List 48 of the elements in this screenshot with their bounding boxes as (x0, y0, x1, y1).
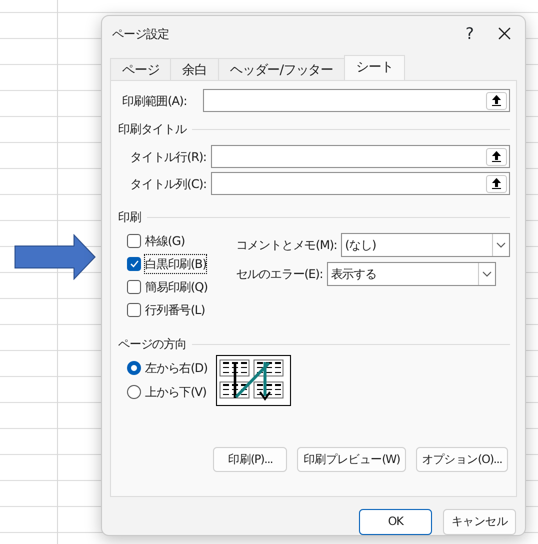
input-field[interactable] (211, 145, 510, 168)
chevron-down-icon (496, 242, 506, 248)
checkbox-label[interactable]: 簡易印刷(Q) (145, 278, 208, 296)
field-label: 印刷範囲(A): (122, 92, 188, 110)
arrow-up-icon (492, 95, 501, 106)
radio-button[interactable] (127, 361, 141, 376)
checkbox[interactable] (127, 257, 141, 272)
checkbox-label[interactable]: 枠線(G) (145, 232, 185, 250)
tab[interactable]: シート (344, 55, 406, 80)
collapse-button[interactable] (486, 148, 507, 166)
dropdown-label: コメントとメモ(M): (236, 237, 337, 254)
checkbox[interactable] (127, 234, 141, 248)
button[interactable]: オプション(O)... (416, 447, 508, 472)
checkbox[interactable] (127, 303, 141, 318)
help-button[interactable]: ? (466, 22, 474, 46)
close-icon (498, 27, 511, 40)
dialog-title: ページ設定 (112, 26, 170, 43)
radio-label[interactable]: 左から右(D) (145, 359, 208, 378)
dropdown[interactable]: 表示する (326, 262, 496, 286)
section-heading: 印刷 (118, 209, 141, 226)
input-field[interactable] (211, 172, 510, 196)
collapse-button[interactable] (486, 92, 507, 110)
radio-button[interactable] (127, 385, 141, 400)
chevron-down-icon (482, 271, 492, 278)
button[interactable]: キャンセル (443, 509, 516, 535)
button[interactable]: OK (359, 509, 432, 535)
dropdown[interactable]: (なし) (341, 233, 510, 258)
field-label: タイトル行(R): (130, 148, 208, 166)
checkbox[interactable] (127, 280, 141, 294)
arrow-up-icon (492, 178, 501, 190)
button[interactable]: 印刷(P)... (213, 447, 288, 472)
field-label: タイトル列(C): (130, 176, 208, 193)
section-heading: 印刷タイトル (118, 121, 186, 138)
tab[interactable]: ページ (110, 58, 172, 80)
button[interactable]: 印刷プレビュー(W) (297, 447, 406, 472)
check-icon (130, 260, 138, 268)
collapse-button[interactable] (486, 174, 507, 193)
close-button[interactable] (498, 27, 511, 40)
section-heading: ページの方向 (118, 336, 186, 354)
arrow-up-icon (492, 151, 501, 162)
dropdown-value: 表示する (330, 266, 376, 284)
arrow-icon (14, 234, 96, 280)
dropdown-label: セルのエラー(E): (236, 266, 323, 284)
checkbox-label[interactable]: 白黒印刷(B) (145, 255, 206, 274)
dropdown-value: (なし) (345, 237, 376, 254)
checkbox-label[interactable]: 行列番号(L) (145, 301, 205, 320)
input-field[interactable] (203, 89, 510, 112)
radio-label[interactable]: 上から下(V) (145, 383, 206, 402)
